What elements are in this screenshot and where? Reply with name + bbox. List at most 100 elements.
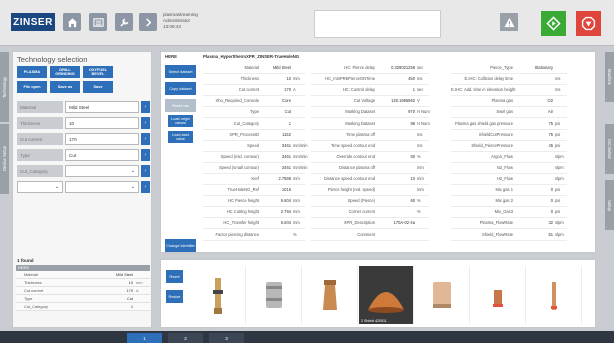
param-value[interactable] [377,142,415,150]
param-value[interactable]: 0 [515,197,553,205]
param-value[interactable]: 45 [515,142,553,150]
material-input[interactable]: Mild Steel [65,101,139,113]
summary-row[interactable]: Cut current 170 A [16,287,150,295]
param-value[interactable]: 6.604 [261,219,291,227]
load-start-value-button[interactable]: Load start value [168,131,193,143]
thickness-input[interactable]: 10 [65,117,139,129]
param-value[interactable]: 450 [377,75,415,83]
resize-images-button[interactable]: Resize [166,290,183,303]
param-value[interactable]: Cut [261,108,291,116]
param-value[interactable]: 60 [377,197,415,205]
param-value[interactable] [515,164,553,172]
oxyfuel-bevel-button[interactable]: OXYFUEL BEVEL [83,66,113,78]
list-button[interactable] [89,13,107,31]
param-value[interactable]: 0.329021258 [377,64,415,72]
start-button[interactable] [541,11,566,36]
extra-select-right[interactable]: ⌄ [65,181,139,193]
thickness-arrow-button[interactable]: › [141,117,150,129]
reset-row-button[interactable]: Reset row [165,99,196,112]
file-open-button[interactable]: File open [17,81,47,93]
change-identifier-button[interactable]: Change identifier [165,239,196,252]
next-button[interactable] [139,13,157,31]
consumable-thumbnail[interactable] [527,266,582,324]
param-value[interactable]: 1 [377,86,415,94]
param-value[interactable]: 2.7598 [261,175,291,183]
param-value[interactable]: Mild Steel [261,64,291,72]
param-value[interactable]: 1016 [261,186,291,194]
consumable-thumbnail[interactable] [191,266,246,324]
param-value[interactable]: Stationary [515,64,553,72]
type-arrow-button[interactable]: › [141,149,150,161]
param-value[interactable]: 1152 [261,131,291,139]
tools-button[interactable] [115,13,133,31]
param-value[interactable] [515,75,553,83]
param-value[interactable]: 98 [377,120,415,128]
side-tab-technology[interactable]: Technology [0,52,9,122]
side-tab-device-setup[interactable]: Device Setup [0,124,9,194]
param-value[interactable]: 75 [515,131,553,139]
param-value[interactable] [377,231,415,239]
save-as-button[interactable]: Save as [50,81,80,93]
param-value[interactable]: 170 [261,86,291,94]
param-value[interactable]: 970 [377,108,415,116]
side-tab-machine[interactable]: Machine [605,52,614,102]
summary-row[interactable]: Type Cut [16,295,150,303]
param-value[interactable]: Air [515,108,553,116]
extra-select-left[interactable]: ⌄ [17,181,63,193]
param-value[interactable] [377,186,415,194]
param-value[interactable]: O2 [515,97,553,105]
page-button-3[interactable]: 3 [209,333,244,343]
warning-button[interactable] [500,13,518,31]
cut-current-arrow-button[interactable]: › [141,133,150,145]
param-value[interactable]: Core [261,97,291,105]
param-value[interactable]: 2.794 [261,208,291,216]
copy-dataset-button[interactable]: Copy dataset [165,82,196,95]
consumable-thumbnail-selected[interactable]: 2 Shield 420511 [359,266,414,324]
side-tab-isc-button[interactable]: ISC Button [605,124,614,174]
consumable-thumbnail[interactable] [471,266,526,324]
param-value[interactable] [515,153,553,161]
consumable-thumbnail[interactable] [303,266,358,324]
param-value[interactable] [515,175,553,183]
side-tab-setup[interactable]: Setup [605,180,614,230]
drill-grinding-button[interactable]: DRILL GRINDING [50,66,80,78]
cut-category-arrow-button[interactable]: › [141,165,150,177]
save-button[interactable]: Save [83,81,113,93]
param-value[interactable]: 1 [261,120,291,128]
select-dataset-button[interactable]: Select dataset [165,65,196,78]
param-value[interactable]: 3461 [261,153,291,161]
param-value[interactable] [377,164,415,172]
consumable-thumbnail[interactable] [415,266,470,324]
param-value[interactable]: 170A-02-4a [377,219,415,227]
param-value[interactable]: 0 [515,208,553,216]
page-button-2[interactable]: 2 [168,333,203,343]
load-origin-values-button[interactable]: Load origin values [168,115,193,127]
cut-current-input[interactable]: 170 [65,133,139,145]
param-value[interactable]: 10 [377,175,415,183]
summary-row[interactable]: Thickness 10 mm [16,279,150,287]
param-value[interactable]: 51 [515,231,553,239]
extra-arrow-button[interactable]: › [141,181,150,193]
param-value[interactable] [377,208,415,216]
param-value[interactable] [261,231,291,239]
param-value[interactable] [515,86,553,94]
consumable-thumbnail[interactable] [247,266,302,324]
param-value[interactable]: 75 [515,120,553,128]
material-arrow-button[interactable]: › [141,101,150,113]
page-button-1[interactable]: 1 [127,333,162,343]
summary-row[interactable]: Cut_Category 1 [16,303,150,311]
home-button[interactable] [63,13,81,31]
param-value[interactable]: 50 [377,153,415,161]
param-value[interactable]: 3461 [261,164,291,172]
param-value[interactable]: 32 [515,219,553,227]
param-value[interactable]: 0 [515,186,553,194]
param-value[interactable]: 10 [261,75,291,83]
cut-category-select[interactable]: ⌄ [65,165,139,177]
param-value[interactable] [377,131,415,139]
stop-button[interactable] [576,11,601,36]
param-value[interactable]: 128.1996962 [377,97,415,105]
plasma-button[interactable]: PLASMA [17,66,47,78]
reset-images-button[interactable]: Reset [166,270,183,283]
param-value[interactable]: 6.604 [261,197,291,205]
param-value[interactable]: 3461 [261,142,291,150]
